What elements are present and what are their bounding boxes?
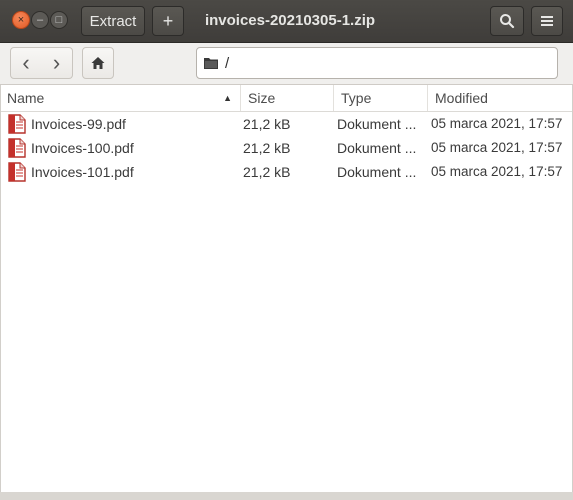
column-header-type[interactable]: Type [334,85,428,111]
sort-ascending-icon: ▲ [223,93,232,103]
pdf-file-icon [8,138,26,158]
extract-label: Extract [89,12,137,30]
location-path: / [225,54,230,72]
file-size: 21,2 kB [243,116,291,132]
minimize-window-button[interactable]: – [31,11,49,29]
chevron-left-icon: ‹ [22,50,30,75]
minimize-icon: – [36,14,44,26]
column-header-modified[interactable]: Modified [428,85,573,111]
folder-icon [204,58,218,69]
file-type: Dokument ... [337,164,417,180]
home-icon [91,57,105,69]
column-header-name[interactable]: Name ▲ [0,85,241,111]
archive-manager-window: × – □ Extract + invoices-20210305-1.zip [0,0,573,500]
file-name: Invoices-101.pdf [31,164,134,180]
search-icon [500,14,515,29]
navigation-toolbar: ‹ › / [0,43,573,85]
chevron-right-icon: › [52,50,61,75]
file-modified: 05 marca 2021, 17:57 [431,140,563,155]
column-type-label: Type [341,90,372,106]
main-menu-button[interactable] [531,6,563,36]
file-modified: 05 marca 2021, 17:57 [431,116,563,131]
column-modified-label: Modified [435,90,488,106]
location-bar[interactable]: / [196,47,558,79]
maximize-icon: □ [55,14,63,26]
file-list: Invoices-99.pdf 21,2 kB Dokument ... 05 … [0,112,573,184]
add-files-button[interactable]: + [152,6,184,36]
window-title: invoices-20210305-1.zip [204,12,376,29]
file-list-header: Name ▲ Size Type Modified [0,85,573,112]
back-button[interactable]: ‹ [10,47,42,79]
file-row[interactable]: Invoices-99.pdf 21,2 kB Dokument ... 05 … [0,112,573,136]
extract-button[interactable]: Extract [81,6,145,36]
file-modified: 05 marca 2021, 17:57 [431,164,563,179]
close-icon: × [17,14,25,26]
close-window-button[interactable]: × [12,11,30,29]
file-type: Dokument ... [337,140,417,156]
file-size: 21,2 kB [243,140,291,156]
add-icon: + [162,10,174,31]
header-bar: × – □ Extract + invoices-20210305-1.zip [0,0,573,43]
file-size: 21,2 kB [243,164,291,180]
column-name-label: Name [7,90,45,106]
pdf-file-icon [8,114,26,134]
home-button[interactable] [82,47,114,79]
file-row[interactable]: Invoices-101.pdf 21,2 kB Dokument ... 05… [0,160,573,184]
maximize-window-button[interactable]: □ [50,11,68,29]
pdf-file-icon [8,162,26,182]
file-type: Dokument ... [337,116,417,132]
file-name: Invoices-100.pdf [31,140,134,156]
background-strip [0,492,573,500]
file-row[interactable]: Invoices-100.pdf 21,2 kB Dokument ... 05… [0,136,573,160]
file-name: Invoices-99.pdf [31,116,126,132]
window-border-left [0,85,1,492]
search-button[interactable] [490,6,524,36]
forward-button[interactable]: › [41,47,73,79]
column-size-label: Size [248,90,276,106]
hamburger-menu-icon [541,16,553,26]
column-header-size[interactable]: Size [241,85,334,111]
